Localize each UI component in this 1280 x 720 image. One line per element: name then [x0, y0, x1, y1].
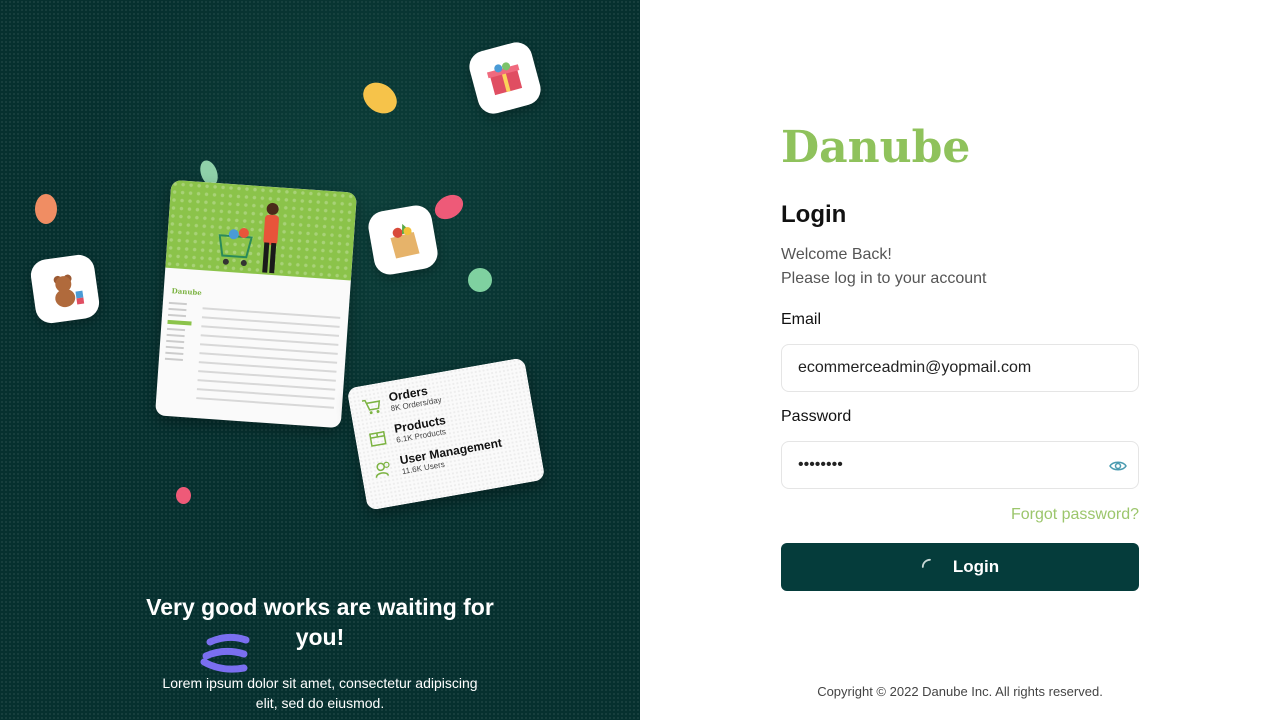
forgot-password-link[interactable]: Forgot password? [1011, 506, 1139, 524]
welcome-text: Welcome Back! Please log in to your acco… [781, 243, 986, 291]
welcome-subline: Please log in to your account [781, 270, 987, 287]
shopper-illustration [218, 202, 279, 274]
eye-icon[interactable] [1108, 456, 1128, 476]
brand-logo: Danube [781, 122, 971, 173]
dashboard-brand: Danube [171, 286, 203, 298]
password-label: Password [781, 408, 852, 425]
login-panel: Danube Login Welcome Back! Please log in… [640, 0, 1280, 720]
dashboard-hero-image [165, 179, 358, 281]
promo-body: Lorem ipsum dolor sit amet, consectetur … [162, 675, 478, 711]
password-field-wrapper [781, 441, 1139, 489]
copyright-text: Copyright © 2022 Danube Inc. All rights … [817, 684, 1103, 699]
email-field-wrapper [781, 344, 1139, 392]
toys-icon [53, 274, 85, 308]
welcome-line: Welcome Back! [781, 246, 892, 263]
decor-blob-orange [35, 194, 57, 224]
users-icon [375, 461, 390, 478]
dashboard-preview-card: Danube [154, 179, 358, 429]
decor-blob-mint [468, 268, 492, 292]
login-button-label: Login [952, 557, 1000, 576]
password-field[interactable] [798, 456, 1122, 474]
dashboard-sidebar [164, 298, 194, 366]
gift-box-icon [486, 62, 523, 96]
dashboard-table [196, 300, 341, 415]
grocery-bag-icon [390, 223, 420, 259]
grocery-bag-tile [365, 202, 441, 278]
email-field[interactable] [798, 359, 1122, 377]
login-button[interactable]: Login [781, 543, 1139, 591]
page-title: Login [781, 201, 847, 228]
decor-blob-pink-small [176, 487, 191, 504]
cart-icon [361, 399, 381, 414]
promo-panel: Danube Orders 8K Orders/day Products 6.1… [0, 0, 640, 720]
toys-tile [28, 252, 102, 326]
email-label: Email [781, 311, 822, 328]
promo-headline: Very good works are waiting for you! [146, 594, 494, 650]
squiggle-decoration [200, 633, 250, 673]
loading-spinner-icon [921, 558, 931, 568]
box-icon [368, 430, 387, 447]
